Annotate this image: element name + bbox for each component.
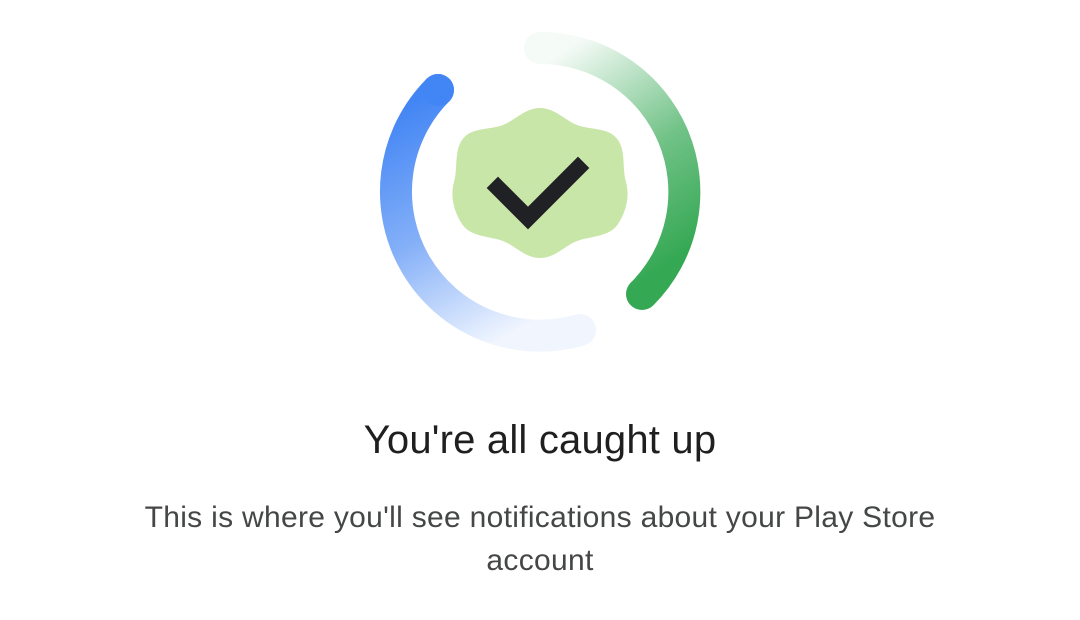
empty-state-title: You're all caught up [363, 418, 717, 462]
notifications-empty-state: You're all caught up This is where you'l… [0, 0, 1080, 620]
empty-state-message: This is where you'll see notifications a… [144, 501, 936, 577]
progress-ring-blue-cap [422, 74, 454, 106]
caught-up-illustration [370, 22, 710, 362]
check-badge-icon [452, 108, 628, 258]
